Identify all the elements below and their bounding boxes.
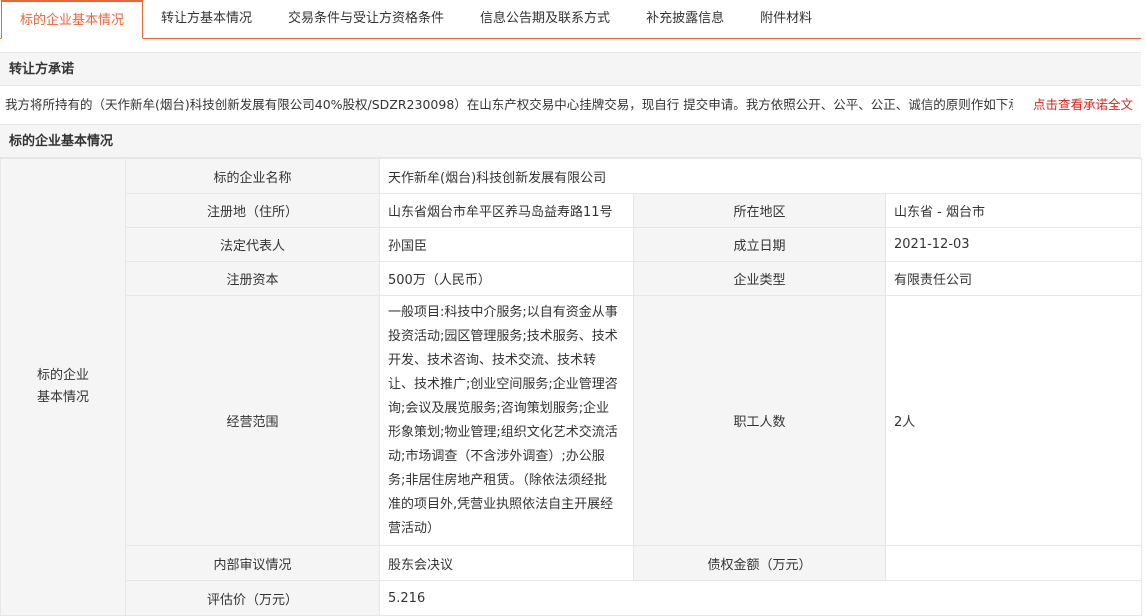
enterprise-name-value: 天作新牟(烟台)科技创新发展有限公司 xyxy=(378,158,1143,194)
address-label: 注册地（住所） xyxy=(125,193,380,228)
tab-attachments[interactable]: 附件材料 xyxy=(742,0,830,38)
founded-date-value: 2021-12-03 xyxy=(884,227,1143,262)
scope-line: 务;非居住房地产租赁。（除依法须经批 xyxy=(388,472,607,488)
scope-line: 营活动） xyxy=(388,520,441,536)
tab-transferor[interactable]: 转让方基本情况 xyxy=(143,0,270,38)
internal-review-value: 股东会决议 xyxy=(379,545,634,581)
business-scope-value: 一般项目:科技中介服务;以自有资金从事 投资活动;园区管理服务;技术服务、技术 … xyxy=(379,295,634,546)
region-label: 所在地区 xyxy=(633,193,886,228)
scope-line: 开发、技术咨询、技术交流、技术转 xyxy=(388,352,597,368)
scope-line: 投资活动;园区管理服务;技术服务、技术 xyxy=(388,328,618,344)
enterprise-info-table: 标的企业 基本情况 标的企业名称 天作新牟(烟台)科技创新发展有限公司 注册地（… xyxy=(0,158,1143,616)
scope-line: 让、技术推广;创业空间服务;企业管理咨 xyxy=(388,376,618,392)
valuation-label: 评估价（万元） xyxy=(125,580,380,616)
business-scope-label: 经营范围 xyxy=(125,295,380,546)
tab-target-enterprise[interactable]: 标的企业基本情况 xyxy=(1,0,144,39)
debt-amount-value xyxy=(884,545,1143,581)
group-label-line2: 基本情况 xyxy=(36,390,89,405)
debt-amount-label: 债权金额（万元） xyxy=(633,545,886,581)
capital-label: 注册资本 xyxy=(125,261,380,296)
name-label: 标的企业名称 xyxy=(125,158,380,194)
tab-bar: 标的企业基本情况 转让方基本情况 交易条件与受让方资格条件 信息公告期及联系方式… xyxy=(0,0,1141,39)
employees-value: 2人 xyxy=(884,295,1143,546)
tab-announcement-contact[interactable]: 信息公告期及联系方式 xyxy=(462,0,628,38)
commitment-row: 我方将所持有的（天作新牟(烟台)科技创新发展有限公司40%股权/SDZR2300… xyxy=(0,88,1141,122)
address-value: 山东省烟台市牟平区养马岛益寿路11号 xyxy=(379,193,634,228)
legal-rep-value: 孙国臣 xyxy=(379,227,634,262)
scope-line: 形象策划;物业管理;组织文化艺术交流活 xyxy=(388,424,618,440)
group-label-line1: 标的企业 xyxy=(36,368,89,383)
commitment-section-title: 转让方承诺 xyxy=(0,52,1141,86)
company-type-value: 有限责任公司 xyxy=(884,261,1143,296)
valuation-value: 5.216 xyxy=(378,580,1143,616)
tab-supplementary[interactable]: 补充披露信息 xyxy=(628,0,742,38)
region-value: 山东省 - 烟台市 xyxy=(884,193,1143,228)
scope-line: 一般项目:科技中介服务;以自有资金从事 xyxy=(388,304,618,320)
capital-value: 500万（人民币） xyxy=(379,261,634,296)
internal-review-label: 内部审议情况 xyxy=(125,545,380,581)
scope-line: 询;会议及展览服务;咨询策划服务;企业 xyxy=(388,400,610,416)
employees-label: 职工人数 xyxy=(633,295,886,546)
view-full-commitment-link[interactable]: 点击查看承诺全文 xyxy=(1022,88,1133,122)
company-type-label: 企业类型 xyxy=(633,261,886,296)
tab-trade-conditions[interactable]: 交易条件与受让方资格条件 xyxy=(270,0,462,38)
legal-rep-label: 法定代表人 xyxy=(125,227,380,262)
scope-line: 动;市场调查（不含涉外调查）;办公服 xyxy=(388,448,605,464)
founded-date-label: 成立日期 xyxy=(633,227,886,262)
scope-line: 准的项目外,凭营业执照依法自主开展经 xyxy=(388,496,614,512)
enterprise-section-title: 标的企业基本情况 xyxy=(0,124,1141,158)
group-label: 标的企业 基本情况 xyxy=(0,158,126,616)
commitment-text: 我方将所持有的（天作新牟(烟台)科技创新发展有限公司40%股权/SDZR2300… xyxy=(5,97,1013,112)
